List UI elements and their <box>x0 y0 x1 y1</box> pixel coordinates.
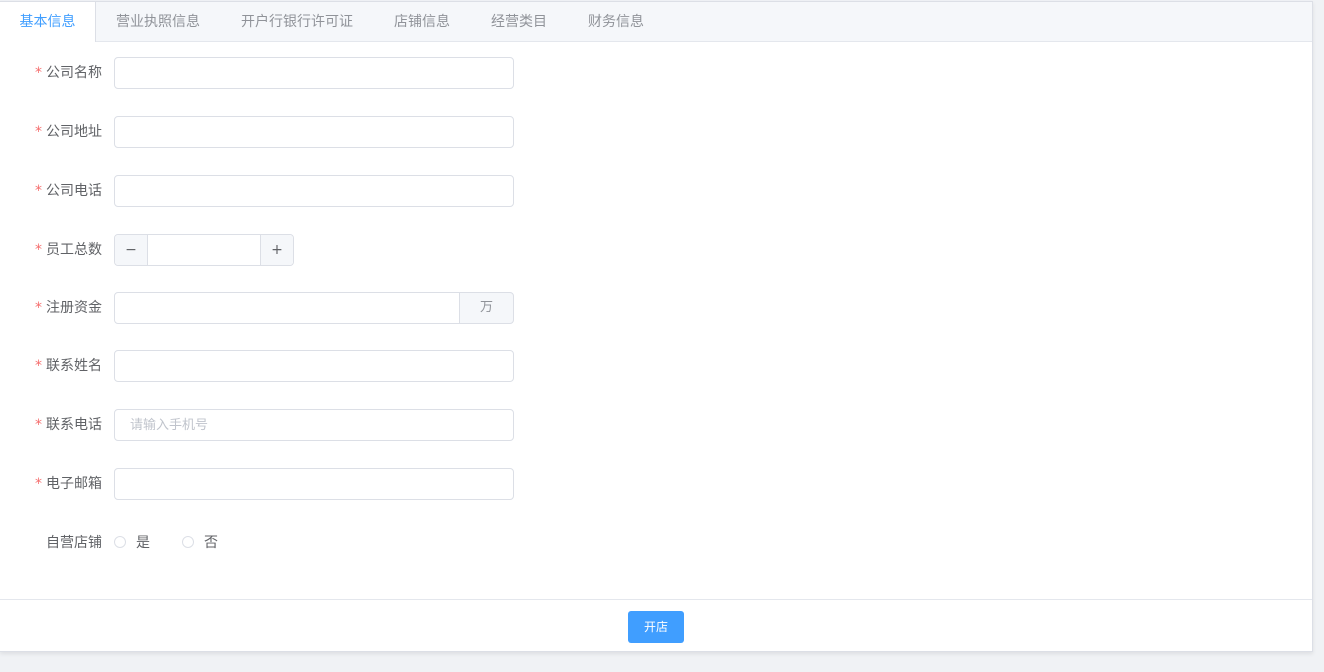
required-mark: * <box>35 417 42 433</box>
company-phone-input[interactable] <box>114 175 514 207</box>
company-address-label: * 公司地址 <box>0 116 102 148</box>
contact-name-input[interactable] <box>114 350 514 382</box>
store-form-card: 基本信息 营业执照信息 开户行银行许可证 店铺信息 经营类目 财务信息 * 公司名… <box>0 1 1313 652</box>
company-name-input[interactable] <box>114 57 514 89</box>
required-mark: * <box>35 242 42 258</box>
form-row-self-operated: 自营店铺 是 否 <box>0 527 600 559</box>
form-row-company-phone: * 公司电话 <box>0 175 600 207</box>
required-mark: * <box>35 124 42 140</box>
form-row-contact-phone: * 联系电话 <box>0 409 600 441</box>
company-phone-label-text: 公司电话 <box>46 183 102 199</box>
required-mark: * <box>35 358 42 374</box>
radio-no[interactable]: 否 <box>182 527 218 559</box>
company-name-label: * 公司名称 <box>0 57 102 89</box>
radio-no-label: 否 <box>204 535 218 551</box>
required-mark: * <box>35 65 42 81</box>
tab-store-info[interactable]: 店铺信息 <box>374 2 470 42</box>
radio-yes[interactable]: 是 <box>114 527 150 559</box>
registered-capital-group: 万 <box>114 292 514 324</box>
company-address-input[interactable] <box>114 116 514 148</box>
radio-circle-icon <box>114 536 126 548</box>
self-operated-label: 自营店铺 <box>46 535 102 551</box>
registered-capital-label: * 注册资金 <box>0 292 102 324</box>
employee-count-label-text: 员工总数 <box>46 242 102 258</box>
employee-count-stepper: − + <box>114 234 294 266</box>
form-row-registered-capital: * 注册资金 万 <box>0 292 600 324</box>
company-name-label-text: 公司名称 <box>46 65 102 81</box>
radio-circle-icon <box>182 536 194 548</box>
form-row-contact-name: * 联系姓名 <box>0 350 600 382</box>
contact-name-label-text: 联系姓名 <box>46 358 102 374</box>
tab-basic-info[interactable]: 基本信息 <box>0 2 96 42</box>
form-row-company-name: * 公司名称 <box>0 57 600 89</box>
employee-count-input[interactable] <box>148 235 261 265</box>
increment-button[interactable]: + <box>260 235 293 265</box>
required-mark: * <box>35 300 42 316</box>
company-phone-label: * 公司电话 <box>0 175 102 207</box>
open-store-button[interactable]: 开店 <box>628 611 684 643</box>
contact-phone-label-text: 联系电话 <box>46 417 102 433</box>
form-footer: 开店 <box>0 599 1312 652</box>
email-label-text: 电子邮箱 <box>46 476 102 492</box>
radio-yes-label: 是 <box>136 535 150 551</box>
email-input[interactable] <box>114 468 514 500</box>
required-mark: * <box>35 183 42 199</box>
contact-name-label: * 联系姓名 <box>0 350 102 382</box>
registered-capital-input[interactable] <box>114 292 460 324</box>
tab-finance-info[interactable]: 财务信息 <box>568 2 664 42</box>
tabs-header: 基本信息 营业执照信息 开户行银行许可证 店铺信息 经营类目 财务信息 <box>0 2 1312 42</box>
tab-business-license[interactable]: 营业执照信息 <box>96 2 220 42</box>
registered-capital-label-text: 注册资金 <box>46 300 102 316</box>
company-address-label-text: 公司地址 <box>46 124 102 140</box>
contact-phone-input[interactable] <box>114 409 514 441</box>
form-row-company-address: * 公司地址 <box>0 116 600 148</box>
required-mark: * <box>35 476 42 492</box>
form-row-email: * 电子邮箱 <box>0 468 600 500</box>
decrement-button[interactable]: − <box>115 235 148 265</box>
capital-unit-suffix: 万 <box>459 292 514 324</box>
tab-bank-permit[interactable]: 开户行银行许可证 <box>220 2 374 42</box>
form-row-employee-count: * 员工总数 − + <box>0 234 600 266</box>
employee-count-label: * 员工总数 <box>0 234 102 266</box>
tab-categories[interactable]: 经营类目 <box>470 2 568 42</box>
email-label: * 电子邮箱 <box>0 468 102 500</box>
contact-phone-label: * 联系电话 <box>0 409 102 441</box>
